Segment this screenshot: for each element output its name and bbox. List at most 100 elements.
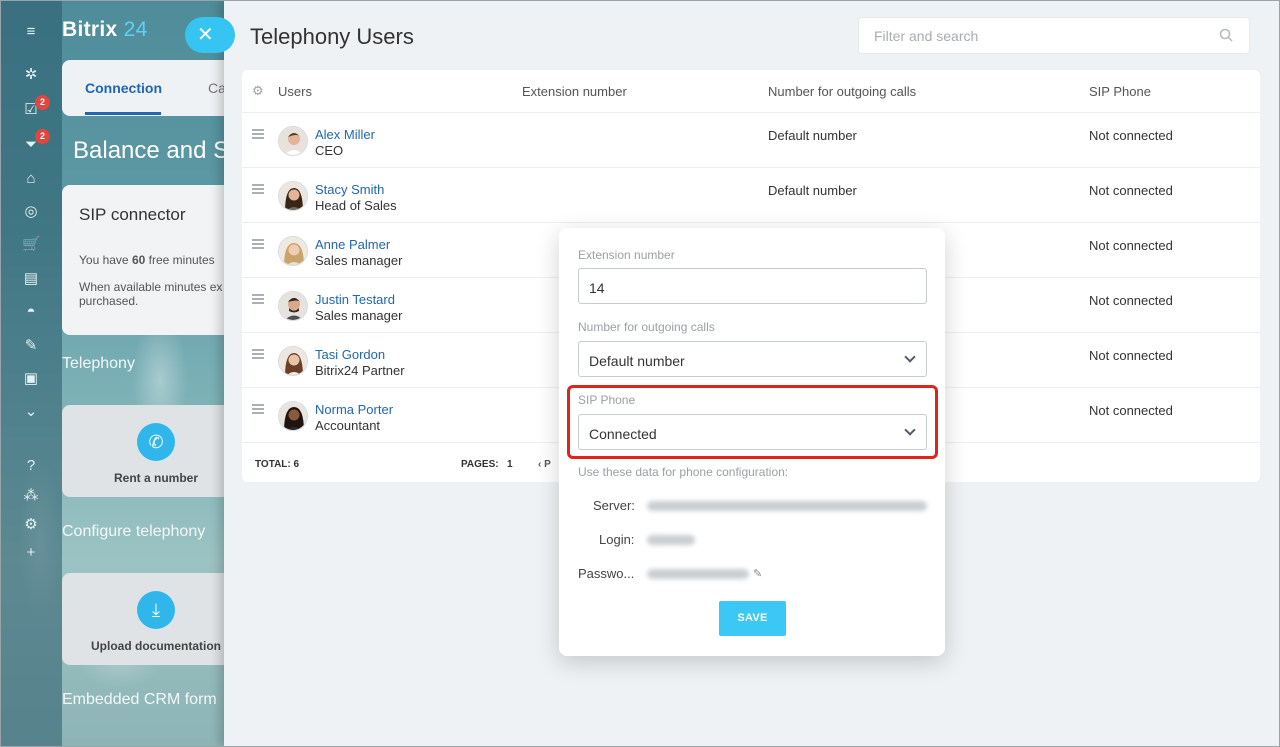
outgoing-number-value: Default number — [589, 353, 685, 369]
tasks-badge: 2 — [35, 95, 50, 110]
user-name-link[interactable]: Stacy Smith — [315, 182, 384, 197]
pages-count: PAGES: 1 — [461, 459, 513, 470]
user-position: Sales manager — [315, 253, 403, 268]
user-name-link[interactable]: Justin Testard — [315, 292, 395, 307]
user-edit-popup: Extension number 14 Number for outgoing … — [559, 228, 945, 656]
avatar — [278, 126, 308, 156]
network-icon[interactable]: ⁂ — [22, 487, 40, 505]
portal-background: ≡ ✲ ☑ 2 ⏷ 2 ⌂ ◎ 🛒 ▤ ◓ ✎ ▣ ⌄ ? ⁂ ⚙ + Bitr… — [0, 0, 224, 747]
table-row[interactable]: Stacy Smith Head of Sales Default number… — [242, 168, 1260, 223]
outgoing-number-select[interactable]: Default number — [578, 341, 927, 377]
rent-number-label: Rent a number — [113, 471, 198, 485]
close-icon: ✕ — [197, 24, 214, 46]
password-label: Passwo... — [578, 566, 635, 581]
search-box[interactable] — [858, 17, 1250, 54]
sip-phone-cell: Not connected — [1089, 128, 1173, 143]
help-icon[interactable]: ? — [22, 457, 40, 475]
server-label: Server: — [593, 498, 635, 513]
background-tabs: Connection Ca — [62, 60, 224, 116]
section-telephony: Telephony — [62, 355, 135, 372]
row-menu-icon[interactable] — [252, 404, 264, 414]
outgoing-number-cell: Default number — [768, 128, 857, 143]
avatar — [278, 291, 308, 321]
row-menu-icon[interactable] — [252, 129, 264, 139]
upload-documentation-label: Upload documentation — [91, 639, 221, 653]
row-menu-icon[interactable] — [252, 239, 264, 249]
rent-number-tile[interactable]: ✆ Rent a number — [62, 405, 224, 497]
login-value-blurred — [647, 535, 695, 545]
password-value-blurred — [647, 569, 749, 579]
telephony-users-slider: Telephony Users ⚙ Users Extension number… — [224, 0, 1280, 747]
sip-phone-cell: Not connected — [1089, 403, 1173, 418]
login-label: Login: — [599, 532, 635, 547]
contact-card-icon[interactable]: ▤ — [22, 270, 40, 288]
pagination-prev[interactable]: ‹ P — [538, 459, 551, 470]
free-minutes-text: You have 60 free minutes — [79, 253, 215, 267]
background-heading: Balance and St — [73, 137, 224, 164]
table-row[interactable]: Alex Miller CEO Default number Not conne… — [242, 113, 1260, 168]
sip-phone-label: SIP Phone — [578, 393, 636, 407]
user-position: Bitrix24 Partner — [315, 363, 405, 378]
user-name-link[interactable]: Anne Palmer — [315, 237, 390, 252]
section-configure-telephony: Configure telephony — [62, 523, 206, 540]
extension-number-label: Extension number — [578, 248, 675, 262]
extension-number-input[interactable]: 14 — [578, 268, 927, 304]
search-icon[interactable] — [1219, 28, 1233, 42]
upload-documentation-tile[interactable]: ⤓ Upload documentation — [62, 573, 224, 665]
shop-cart-icon[interactable]: 🛒 — [22, 236, 41, 254]
user-name-link[interactable]: Tasi Gordon — [315, 347, 385, 362]
company-icon[interactable]: ⌂ — [22, 170, 40, 188]
edit-pencil-icon[interactable]: ✎ — [753, 567, 762, 580]
sip-phone-cell: Not connected — [1089, 183, 1173, 198]
column-outgoing-number[interactable]: Number for outgoing calls — [768, 84, 916, 99]
add-icon[interactable]: + — [22, 544, 40, 562]
filter-badge: 2 — [35, 129, 50, 144]
search-input[interactable] — [859, 18, 1199, 53]
row-menu-icon[interactable] — [252, 349, 264, 359]
phone-config-hint: Use these data for phone configuration: — [578, 465, 789, 479]
row-menu-icon[interactable] — [252, 294, 264, 304]
row-menu-icon[interactable] — [252, 184, 264, 194]
avatar — [278, 346, 308, 376]
sip-connector-title: SIP connector — [79, 205, 186, 224]
section-embedded-crm-form: Embedded CRM form — [62, 691, 217, 708]
tab-second[interactable]: Ca — [208, 80, 224, 96]
total-count: TOTAL: 6 — [255, 459, 300, 470]
column-users[interactable]: Users — [278, 84, 312, 99]
left-menu-rail: ≡ ✲ ☑ 2 ⏷ 2 ⌂ ◎ 🛒 ▤ ◓ ✎ ▣ ⌄ ? ⁂ ⚙ + — [0, 0, 62, 747]
hamburger-menu-icon[interactable]: ≡ — [22, 23, 40, 41]
more-circle-icon[interactable]: ⌄ — [22, 403, 40, 421]
signature-icon[interactable]: ✎ — [22, 337, 40, 355]
avatar — [278, 181, 308, 211]
user-position: CEO — [315, 143, 344, 158]
sip-connector-card: SIP connector You have 60 free minutes W… — [62, 185, 224, 335]
page-title: Telephony Users — [250, 24, 414, 49]
column-extension-number[interactable]: Extension number — [522, 84, 627, 99]
save-button[interactable]: SAVE — [719, 601, 786, 636]
upload-icon: ⤓ — [137, 591, 175, 629]
column-settings-gear-icon[interactable]: ⚙ — [252, 84, 264, 97]
tab-connection[interactable]: Connection — [85, 80, 162, 96]
user-position: Head of Sales — [315, 198, 397, 213]
outgoing-number-cell: Default number — [768, 183, 857, 198]
close-slider-button[interactable]: ✕ — [185, 17, 235, 53]
user-position: Sales manager — [315, 308, 403, 323]
sip-phone-cell: Not connected — [1089, 348, 1173, 363]
box-icon[interactable]: ▣ — [22, 370, 40, 388]
bitrix24-logo[interactable]: Bitrix 24 — [62, 18, 148, 42]
avatar — [278, 236, 308, 266]
user-name-link[interactable]: Norma Porter — [315, 402, 393, 417]
sip-phone-cell: Not connected — [1089, 293, 1173, 308]
avatar — [278, 401, 308, 431]
outgoing-number-label: Number for outgoing calls — [578, 320, 715, 334]
available-minutes-text: When available minutes ex module is purc… — [79, 280, 224, 308]
robot-icon[interactable]: ◓ — [22, 303, 40, 321]
settings-gear-icon[interactable]: ⚙ — [22, 516, 40, 534]
feed-icon[interactable]: ✲ — [22, 66, 40, 84]
user-position: Accountant — [315, 418, 381, 433]
target-icon[interactable]: ◎ — [22, 203, 40, 221]
user-name-link[interactable]: Alex Miller — [315, 127, 375, 142]
sip-phone-select[interactable]: Connected — [578, 414, 927, 450]
grid-header: ⚙ Users Extension number Number for outg… — [242, 70, 1260, 113]
column-sip-phone[interactable]: SIP Phone — [1089, 84, 1151, 99]
